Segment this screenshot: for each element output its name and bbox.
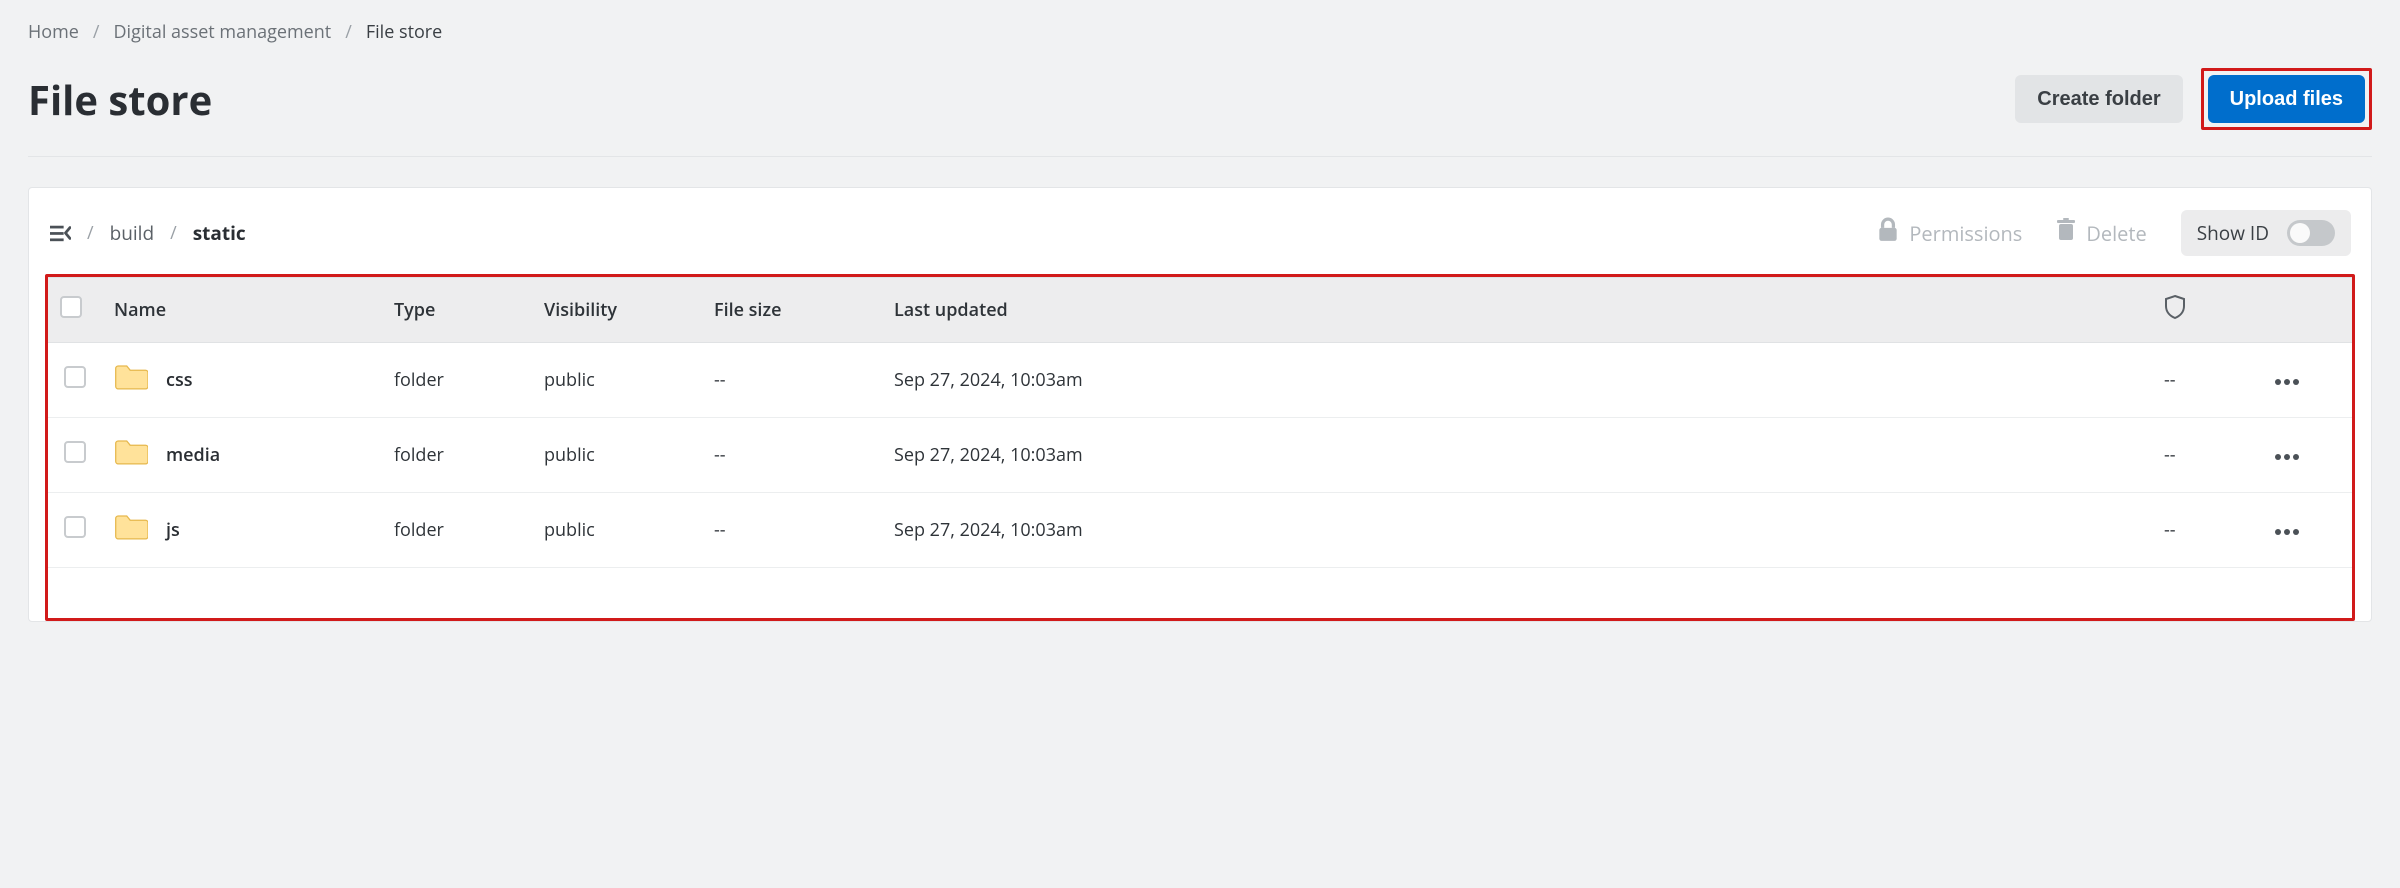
col-actions [2262,278,2352,343]
col-name[interactable]: Name [102,278,382,343]
row-menu-button[interactable] [2274,528,2300,536]
col-size[interactable]: File size [702,278,882,343]
row-size: -- [702,343,882,418]
page-actions: Create folder Upload files [2015,68,2372,130]
path-sep: / [170,221,177,245]
row-size: -- [702,493,882,568]
row-updated: Sep 27, 2024, 10:03am [882,493,2152,568]
row-type: folder [382,343,532,418]
row-checkbox[interactable] [64,516,86,538]
col-visibility[interactable]: Visibility [532,278,702,343]
path-static: static [193,220,246,246]
permissions-action: Permissions [1877,217,2022,249]
row-permission: -- [2152,343,2262,418]
trash-icon [2056,218,2076,248]
breadcrumb-current: File store [366,20,442,44]
file-table: Name Type Visibility File size Last upda… [48,277,2352,568]
row-type: folder [382,493,532,568]
col-updated[interactable]: Last updated [882,278,2152,343]
row-menu-button[interactable] [2274,378,2300,386]
row-name[interactable]: media [166,443,220,467]
row-visibility: public [532,343,702,418]
upload-highlight: Upload files [2201,68,2372,130]
show-id-toggle-group: Show ID [2181,210,2351,256]
create-folder-button[interactable]: Create folder [2015,75,2182,123]
table-row: js folder public -- Sep 27, 2024, 10:03a… [48,493,2352,568]
col-permissions [2152,278,2262,343]
delete-label: Delete [2086,220,2146,247]
row-checkbox[interactable] [64,366,86,388]
folder-icon [114,438,148,472]
row-visibility: public [532,418,702,493]
show-id-toggle[interactable] [2287,220,2335,246]
row-permission: -- [2152,418,2262,493]
shield-icon [2164,294,2186,320]
row-size: -- [702,418,882,493]
delete-action: Delete [2056,218,2146,248]
show-id-label: Show ID [2197,220,2269,246]
folder-icon [114,513,148,547]
row-menu-button[interactable] [2274,453,2300,461]
breadcrumb-dam[interactable]: Digital asset management [113,20,331,44]
select-all-checkbox[interactable] [60,296,82,318]
file-panel: / build / static Permissions [28,187,2372,622]
collapse-breadcrumb-icon[interactable] [49,223,71,243]
row-name[interactable]: css [166,368,192,392]
breadcrumb-sep: / [345,20,352,44]
path-build[interactable]: build [110,220,155,246]
folder-icon [114,363,148,397]
table-row: media folder public -- Sep 27, 2024, 10:… [48,418,2352,493]
permissions-label: Permissions [1909,220,2022,247]
col-type[interactable]: Type [382,278,532,343]
breadcrumb: Home / Digital asset management / File s… [28,20,2372,44]
row-permission: -- [2152,493,2262,568]
breadcrumb-home[interactable]: Home [28,20,79,44]
lock-icon [1877,217,1899,249]
row-checkbox[interactable] [64,441,86,463]
table-highlight: Name Type Visibility File size Last upda… [45,274,2355,621]
row-type: folder [382,418,532,493]
page-title: File store [28,72,212,127]
path-sep: / [87,221,94,245]
row-visibility: public [532,493,702,568]
row-name[interactable]: js [166,518,180,542]
row-updated: Sep 27, 2024, 10:03am [882,343,2152,418]
row-updated: Sep 27, 2024, 10:03am [882,418,2152,493]
breadcrumb-sep: / [93,20,100,44]
table-row: css folder public -- Sep 27, 2024, 10:03… [48,343,2352,418]
upload-files-button[interactable]: Upload files [2208,75,2365,123]
